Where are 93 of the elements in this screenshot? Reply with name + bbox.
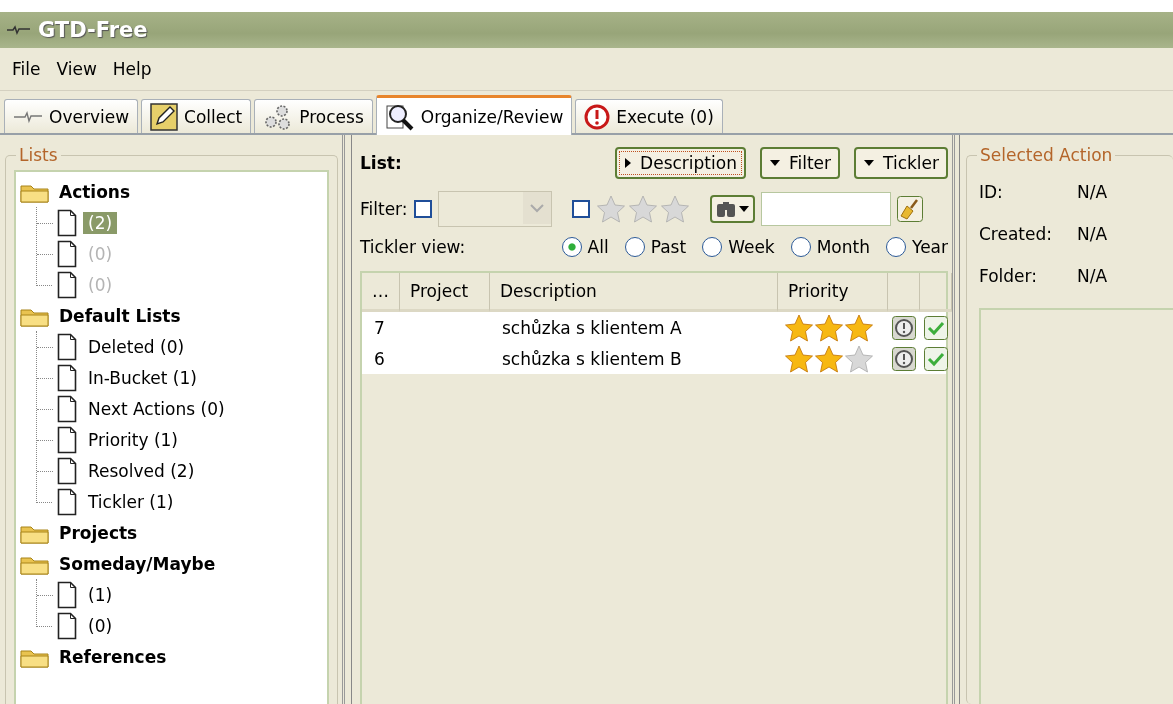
radio-label: Month (816, 237, 870, 257)
tab[interactable]: Overview (4, 99, 139, 133)
document-icon (57, 580, 77, 609)
star-icon (784, 343, 814, 374)
document-icon (57, 270, 77, 299)
tree-folder[interactable]: Actions (54, 180, 136, 203)
caret-down-icon (863, 159, 876, 167)
table-cell-text: schůzka s klientem B (501, 348, 683, 369)
binoculars-icon (715, 200, 736, 218)
tab[interactable]: Organize/Review (375, 95, 573, 135)
warning-icon (584, 103, 611, 130)
search-field[interactable] (760, 192, 891, 226)
tab[interactable]: Process (254, 99, 373, 133)
tree-item[interactable]: (0) (83, 614, 118, 637)
radio-option[interactable]: Week (702, 237, 775, 257)
radio-button[interactable] (886, 237, 906, 257)
table-cell-text: schůzka s klientem A (501, 317, 683, 338)
star-icon (844, 312, 874, 343)
radio-label: Week (728, 237, 775, 257)
star-icon (814, 312, 844, 343)
tickler-button-icon[interactable] (892, 315, 916, 340)
priority-filter-stars[interactable] (595, 194, 690, 224)
radio-option[interactable]: All (561, 237, 609, 257)
star-icon (814, 343, 844, 374)
document-icon (57, 611, 77, 640)
field-label: Folder: (979, 266, 1038, 288)
radio-button[interactable] (790, 237, 811, 257)
table-cell-text: 7 (373, 317, 386, 338)
radio-label: Year (912, 237, 948, 257)
dropdown-button[interactable]: Description (615, 147, 746, 179)
star-icon (627, 194, 658, 224)
tree-folder[interactable]: Projects (54, 521, 143, 544)
list-label: List: (360, 153, 403, 173)
field-value: N/A (1077, 182, 1109, 204)
dropdown-button[interactable]: Filter (759, 147, 841, 179)
radio-option[interactable]: Month (790, 237, 870, 257)
tab[interactable]: Collect (141, 99, 252, 133)
tree-item[interactable]: (1) (83, 583, 118, 606)
tree-item[interactable]: Tickler (1) (83, 490, 179, 513)
star-icon (659, 194, 690, 224)
star-icon (784, 312, 814, 343)
table-cell-text: 6 (373, 348, 386, 369)
radio-label: All (587, 237, 609, 257)
document-icon (57, 487, 77, 516)
tree-item[interactable]: Deleted (0) (83, 335, 190, 358)
pencil-icon (150, 102, 179, 131)
tickler-button-icon[interactable] (892, 346, 916, 371)
star-icon (844, 343, 874, 374)
field-label: Created: (979, 224, 1053, 246)
menu-item[interactable]: File (4, 59, 49, 79)
tree-folder[interactable]: Default Lists (54, 304, 186, 327)
radio-button[interactable] (561, 237, 582, 257)
radio-option[interactable]: Year (886, 237, 948, 257)
document-icon (57, 394, 77, 423)
radio-button[interactable] (702, 237, 723, 257)
tree-folder[interactable]: References (54, 645, 172, 668)
broom-icon[interactable] (896, 196, 923, 222)
checkmark-button-icon[interactable] (924, 315, 948, 340)
tree-item[interactable]: Resolved (2) (83, 459, 200, 482)
menu-item[interactable]: Help (104, 59, 160, 79)
document-icon (57, 363, 77, 392)
search-mode-button[interactable] (709, 195, 755, 223)
field-value: N/A (1077, 224, 1109, 246)
document-icon (57, 208, 77, 237)
document-icon (57, 332, 77, 361)
dropdown-button[interactable]: Tickler (854, 147, 948, 179)
tickler-label: Tickler view: (360, 237, 467, 257)
field-label: ID: (979, 182, 1004, 204)
tree-item[interactable]: In-Bucket (1) (83, 366, 202, 389)
field-value: N/A (1077, 266, 1109, 288)
tree-item[interactable]: Priority (1) (83, 428, 183, 451)
caret-down-icon (738, 206, 749, 212)
radio-label: Past (650, 237, 687, 257)
tree-item[interactable]: Next Actions (0) (83, 397, 230, 420)
document-icon (57, 239, 77, 268)
checkbox[interactable] (413, 200, 432, 218)
logo-icon (6, 25, 32, 35)
caret-down-icon (768, 159, 781, 167)
star-icon (595, 194, 626, 224)
radio-button[interactable] (624, 237, 645, 257)
document-icon (57, 425, 77, 454)
document-icon (57, 456, 77, 485)
checkmark-button-icon[interactable] (924, 346, 948, 371)
caret-right-icon (624, 157, 633, 169)
filter-label: Filter: (360, 199, 408, 219)
line-icon (13, 109, 43, 124)
checkbox[interactable] (571, 200, 590, 218)
menu-item[interactable]: View (48, 59, 105, 79)
tab[interactable]: Execute (0) (575, 99, 723, 133)
chevron-down-icon (522, 192, 551, 224)
radio-option[interactable]: Past (624, 237, 687, 257)
window-title: GTD-Free (38, 18, 148, 42)
tree-folder[interactable]: Someday/Maybe (54, 552, 221, 575)
